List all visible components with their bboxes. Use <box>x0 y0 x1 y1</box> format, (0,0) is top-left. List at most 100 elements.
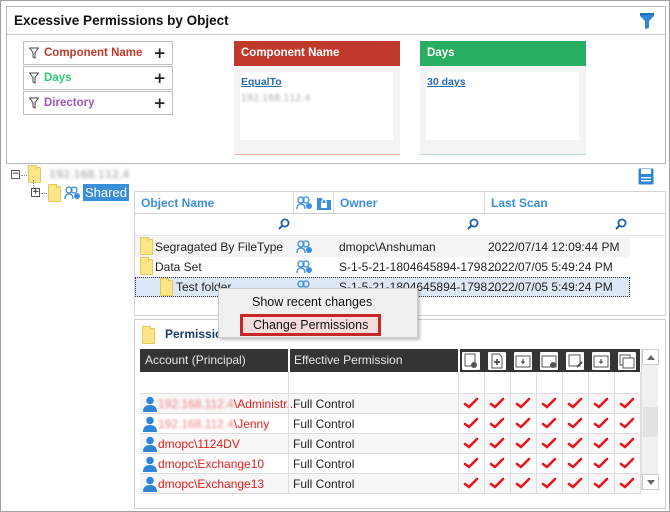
grid-line <box>588 372 589 494</box>
account-name: dmopc\Exchange13 <box>158 477 264 491</box>
column-header-object-name[interactable]: Object Name <box>141 196 214 210</box>
column-separator <box>293 192 294 214</box>
table-row[interactable]: 192.168.112.4\Administr... Full Control <box>140 394 640 414</box>
table-row[interactable]: dmopc\Exchange10 Full Control <box>140 454 640 474</box>
check-icon <box>619 417 635 429</box>
card-body: 30 days <box>426 72 579 140</box>
funnel-icon[interactable] <box>639 12 655 30</box>
filter-card-days: Days 30 days <box>420 41 586 155</box>
locked-folder-icon <box>317 198 331 210</box>
menu-item-show-recent-changes[interactable]: Show recent changes <box>252 295 372 309</box>
add-filter-button[interactable]: + <box>153 44 166 62</box>
read-attributes-icon <box>540 352 558 370</box>
check-icon <box>541 437 557 449</box>
card-bottom-border <box>420 154 586 155</box>
effective-permission: Full Control <box>293 477 355 491</box>
check-icon <box>619 457 635 469</box>
column-header-last-scan[interactable]: Last Scan <box>491 196 548 210</box>
table-row[interactable]: 192.168.112.4\Jenny Full Control <box>140 414 640 434</box>
delete-icon <box>618 352 636 370</box>
check-icon <box>489 457 505 469</box>
check-icon <box>489 477 505 489</box>
check-icon <box>567 477 583 489</box>
filter-item-days[interactable]: Days + <box>23 66 173 90</box>
check-icon <box>489 437 505 449</box>
add-filter-button[interactable]: + <box>153 94 166 112</box>
owner: S-1-5-21-1804645894-1798... <box>339 260 498 274</box>
folder-icon <box>48 184 61 202</box>
owner: dmopc\Anshuman <box>339 240 436 254</box>
table-row[interactable]: Data Set S-1-5-21-1804645894-1798... 202… <box>135 257 630 277</box>
check-icon <box>541 397 557 409</box>
effective-permission: Full Control <box>293 417 355 431</box>
filter-icon <box>29 72 39 84</box>
column-separator <box>458 349 460 372</box>
column-header-owner[interactable]: Owner <box>340 196 377 210</box>
save-icon[interactable] <box>638 168 654 185</box>
check-icon <box>593 437 609 449</box>
column-header-effective-permission[interactable]: Effective Permission <box>294 353 403 367</box>
tree-item-shared[interactable]: Shared <box>83 184 129 201</box>
group-icon <box>64 186 80 200</box>
scroll-up-button[interactable] <box>642 349 659 365</box>
filter-item-directory[interactable]: Directory + <box>23 91 173 115</box>
user-icon <box>143 436 157 452</box>
table-row[interactable]: dmopc\Exchange13 Full Control <box>140 474 640 494</box>
filter-label: Component Name <box>44 47 143 59</box>
check-icon <box>463 437 479 449</box>
user-icon <box>143 416 157 432</box>
vertical-scrollbar[interactable] <box>641 349 659 490</box>
operator-link[interactable]: 30 days <box>427 76 466 88</box>
last-scan: 2022/07/14 12:09:44 PM <box>488 240 620 254</box>
column-header-account[interactable]: Account (Principal) <box>145 353 246 367</box>
expand-toggle[interactable]: + <box>31 188 40 197</box>
card-title: Days <box>420 41 586 66</box>
filter-icon <box>29 97 39 109</box>
check-icon <box>515 477 531 489</box>
filter-item-component-name[interactable]: Component Name + <box>23 41 173 65</box>
object-name: Data Set <box>155 260 202 274</box>
effective-permission: Full Control <box>293 457 355 471</box>
panel-header: Excessive Permissions by Object <box>7 7 665 35</box>
tree-line <box>41 193 47 194</box>
search-icon[interactable] <box>278 218 290 230</box>
check-icon <box>593 397 609 409</box>
search-icon[interactable] <box>615 218 627 230</box>
check-icon <box>463 477 479 489</box>
window: Excessive Permissions by Object Componen… <box>0 0 670 512</box>
table-row[interactable]: Segragated By FileType dmopc\Anshuman 20… <box>135 237 630 257</box>
tree-root-label[interactable]: 192.168.112.4 <box>49 168 129 181</box>
last-scan: 2022/07/05 5:49:24 PM <box>488 260 613 274</box>
account-name: 192.168.112.4\Jenny <box>158 417 269 431</box>
check-icon <box>463 457 479 469</box>
chevron-down-icon <box>647 480 655 485</box>
scroll-thumb[interactable] <box>643 407 658 437</box>
user-icon <box>143 456 157 472</box>
effective-permission: Full Control <box>293 437 355 451</box>
tree-line <box>21 175 27 176</box>
check-icon <box>593 417 609 429</box>
search-icon[interactable] <box>467 218 479 230</box>
account-prefix: 192.168.112.4 <box>158 397 234 411</box>
filter-list: Component Name + Days + Directory + <box>23 41 173 116</box>
create-folder-icon <box>514 352 532 370</box>
check-icon <box>593 457 609 469</box>
collapse-toggle[interactable]: − <box>11 170 20 179</box>
scroll-down-button[interactable] <box>642 474 659 490</box>
filter-card-component-name: Component Name EqualTo 192.168.112.4 <box>234 41 400 155</box>
empty-row <box>140 372 640 394</box>
operator-link[interactable]: EqualTo <box>241 76 282 88</box>
add-filter-button[interactable]: + <box>153 69 166 87</box>
grid-line <box>562 372 563 494</box>
check-icon <box>463 397 479 409</box>
check-icon <box>541 457 557 469</box>
account-name: dmopc\Exchange10 <box>158 457 264 471</box>
table-row[interactable]: dmopc\1124DV Full Control <box>140 434 640 454</box>
account-name: 192.168.112.4\Administr... <box>158 397 297 411</box>
context-menu: Show recent changes Change Permissions <box>218 288 418 338</box>
account-label: dmopc\Exchange10 <box>158 457 265 471</box>
permissions-header: Account (Principal) Effective Permission <box>140 349 640 372</box>
folder-icon <box>140 237 153 255</box>
group-icon <box>296 260 312 274</box>
menu-item-change-permissions[interactable]: Change Permissions <box>240 314 382 336</box>
